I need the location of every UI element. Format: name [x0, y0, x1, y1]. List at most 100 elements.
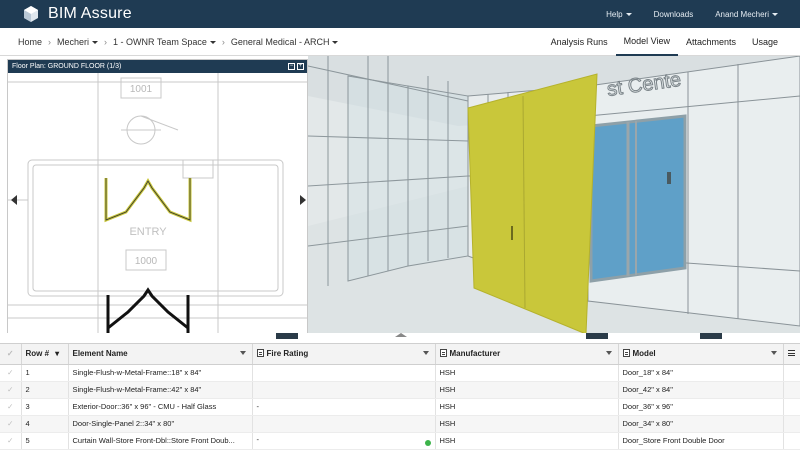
row-checkbox[interactable]: ✓ [0, 398, 22, 416]
row-number: 2 [21, 381, 69, 399]
viewer-toolbar-strip [276, 333, 722, 339]
floor-plan-title: Floor Plan: GROUND FLOOR (1/3) [12, 63, 122, 70]
fire-rating-cell [252, 415, 436, 433]
row-number: 1 [21, 364, 69, 382]
3d-model-viewer[interactable]: st Cente [308, 56, 800, 340]
fire-rating-cell [252, 364, 436, 382]
floor-plan-drawing: 1001 ENTRY 1000 [8, 60, 307, 339]
breadcrumb-item-team-space[interactable]: 1 - OWNR Team Space [113, 37, 216, 47]
chevron-down-icon [92, 40, 99, 44]
breadcrumb-item-model[interactable]: General Medical - ARCH [231, 37, 339, 47]
breadcrumb-item-label: 1 - OWNR Team Space [113, 36, 207, 47]
chevron-down-icon[interactable] [605, 351, 612, 355]
model-cell: Door_42" x 84" [618, 381, 784, 399]
manufacturer-cell: HSH [435, 398, 619, 416]
tab-attachments[interactable]: Attachments [678, 28, 744, 56]
maximize-icon[interactable]: + [297, 63, 304, 70]
chevron-down-icon [209, 40, 216, 44]
fire-rating-cell: - [252, 432, 436, 450]
model-cell: Door_Store Front Double Door [618, 432, 784, 450]
chevron-right-icon: › [104, 36, 108, 47]
chevron-down-icon[interactable] [770, 351, 777, 355]
manufacturer-cell: HSH [435, 364, 619, 382]
help-menu[interactable]: Help [606, 9, 632, 19]
parameter-icon [439, 349, 447, 358]
row-checkbox[interactable]: ✓ [0, 432, 22, 450]
column-header-label: Model [632, 349, 656, 359]
row-number: 3 [21, 398, 69, 416]
previous-floor-arrow-icon[interactable] [11, 195, 17, 205]
model-view-content: st Cente 1001 ENTRY 1000 Floor Plan: GRO… [0, 56, 800, 340]
brand-name: BIM Assure [48, 5, 132, 22]
model-cell: Door_36" x 96" [618, 398, 784, 416]
breadcrumb-item-user[interactable]: Mecheri [57, 36, 99, 47]
minimize-icon[interactable]: − [288, 63, 295, 70]
filter-icon[interactable]: ▾ [55, 349, 59, 358]
chevron-right-icon: › [48, 36, 52, 47]
table-row[interactable]: ✓ 5 Curtain Wall-Store Front-Dbl::Store … [0, 432, 800, 450]
viewer-toolbar [0, 333, 800, 343]
column-header-element-name[interactable]: Element Name [68, 344, 253, 365]
fire-rating-cell [252, 381, 436, 399]
row-checkbox[interactable]: ✓ [0, 415, 22, 433]
status-ok-icon [424, 440, 431, 446]
3d-scene: st Cente [308, 56, 800, 340]
row-checkbox[interactable]: ✓ [0, 364, 22, 382]
tab-model-view[interactable]: Model View [615, 28, 678, 56]
chevron-down-icon[interactable] [422, 351, 429, 355]
row-spacer [783, 364, 800, 382]
floor-plan-header: Floor Plan: GROUND FLOOR (1/3) − + [8, 60, 307, 73]
chevron-down-icon [332, 40, 339, 44]
column-header-row-number[interactable]: Row # ▾ [21, 344, 69, 365]
downloads-link[interactable]: Downloads [654, 10, 694, 19]
top-navbar: BIM Assure Help Downloads Anand Mecheri [0, 0, 800, 28]
table-row[interactable]: ✓ 2 Single-Flush-w-Metal-Frame::42" x 84… [0, 381, 800, 399]
chevron-down-icon[interactable] [239, 351, 246, 355]
room-label-entry: ENTRY [129, 226, 167, 238]
tab-analysis-runs[interactable]: Analysis Runs [543, 28, 616, 56]
menu-icon [787, 350, 795, 357]
grid-header-row: ✓ Row # ▾ Element Name Fire Rating Manufa… [0, 344, 800, 365]
floor-plan-panel[interactable]: 1001 ENTRY 1000 Floor Plan: GROUND FLOOR… [7, 59, 308, 340]
table-row[interactable]: ✓ 4 Door-Single-Panel 2::34" x 80" HSH D… [0, 415, 800, 433]
chevron-down-icon [625, 12, 632, 16]
chevron-down-icon [772, 12, 778, 16]
tab-usage[interactable]: Usage [744, 28, 786, 56]
element-name-cell: Single-Flush-w-Metal-Frame::42" x 84" [68, 381, 253, 399]
help-menu-label: Help [606, 9, 623, 19]
column-header-label: Manufacturer [449, 349, 501, 359]
row-number: 4 [21, 415, 69, 433]
select-all-checkbox[interactable]: ✓ [0, 344, 22, 365]
row-number: 5 [21, 432, 69, 450]
column-header-model[interactable]: Model [618, 344, 784, 365]
breadcrumb-home[interactable]: Home [18, 37, 42, 47]
fire-rating-value: - [256, 435, 260, 444]
column-header-fire-rating[interactable]: Fire Rating [252, 344, 436, 365]
parameter-icon [622, 349, 630, 358]
chevron-right-icon: › [221, 36, 225, 47]
view-tabs: Analysis Runs Model View Attachments Usa… [543, 28, 786, 56]
model-cell: Door_18" x 84" [618, 364, 784, 382]
storefront-door [589, 114, 687, 283]
element-name-cell: Single-Flush-w-Metal-Frame::18" x 84" [68, 364, 253, 382]
table-row[interactable]: ✓ 1 Single-Flush-w-Metal-Frame::18" x 84… [0, 364, 800, 382]
row-spacer [783, 398, 800, 416]
column-header-manufacturer[interactable]: Manufacturer [435, 344, 619, 365]
breadcrumb-item-label: Mecheri [57, 36, 90, 47]
parameter-icon [256, 349, 264, 358]
next-floor-arrow-icon[interactable] [300, 195, 306, 205]
row-spacer [783, 415, 800, 433]
room-number-1001: 1001 [130, 84, 153, 95]
user-menu[interactable]: Anand Mecheri [715, 10, 778, 19]
column-menu-button[interactable] [783, 344, 800, 365]
row-checkbox[interactable]: ✓ [0, 381, 22, 399]
breadcrumb: Home › Mecheri › 1 - OWNR Team Space › G… [18, 36, 339, 47]
column-header-label: Fire Rating [266, 349, 309, 359]
elements-grid: ✓ Row # ▾ Element Name Fire Rating Manufa… [0, 343, 800, 450]
element-name-cell: Exterior-Door::36" x 96" - CMU - Half Gl… [68, 398, 253, 416]
user-name: Anand Mecheri [715, 9, 769, 19]
table-row[interactable]: ✓ 3 Exterior-Door::36" x 96" - CMU - Hal… [0, 398, 800, 416]
brand-logo[interactable]: BIM Assure [22, 5, 132, 23]
manufacturer-cell: HSH [435, 381, 619, 399]
breadcrumb-bar: Home › Mecheri › 1 - OWNR Team Space › G… [0, 28, 800, 56]
